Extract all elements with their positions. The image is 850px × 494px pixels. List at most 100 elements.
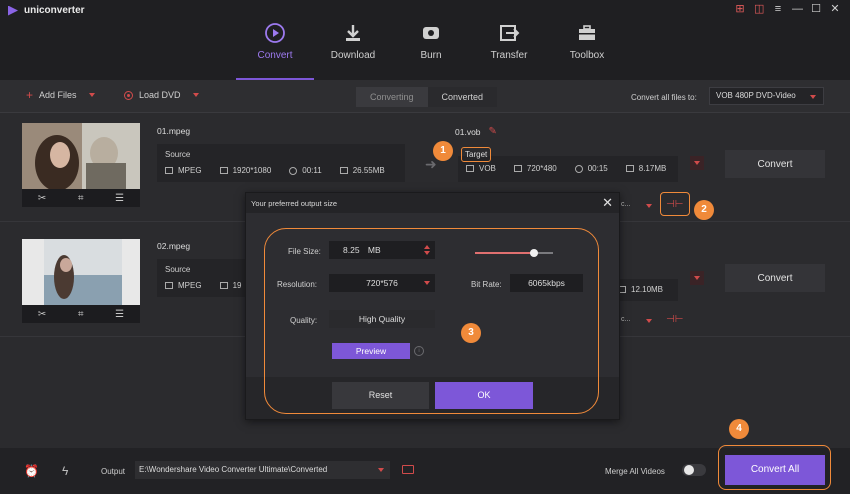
gift-icon[interactable]: ◫ — [754, 4, 764, 15]
burn-icon — [423, 27, 439, 39]
arrow-right-icon: ➜ — [425, 156, 437, 172]
source-label: Source — [165, 265, 191, 274]
tab-converting[interactable]: Converting — [356, 87, 428, 107]
close-icon[interactable]: ✕ — [602, 195, 613, 211]
load-dvd-button[interactable]: Load DVD — [124, 90, 199, 100]
target-meta: 12.10MB — [618, 285, 663, 294]
merge-videos-label: Merge All Videos — [605, 467, 665, 476]
menu-icon[interactable]: ≡ — [773, 4, 783, 15]
target-info: 12.10MB — [610, 279, 678, 301]
crop-icon[interactable]: ⌗ — [78, 193, 84, 204]
effects-icon[interactable]: ☰ — [115, 309, 124, 320]
callout-badge-3: 3 — [461, 323, 481, 343]
source-format: MPEG — [178, 166, 202, 175]
lightning-icon[interactable]: ϟ — [62, 464, 68, 478]
video-thumbnail[interactable] — [22, 239, 140, 305]
cart-icon[interactable]: ⊞ — [735, 4, 745, 15]
add-files-button[interactable]: + Add Files — [26, 89, 95, 101]
chevron-down-icon[interactable] — [646, 319, 652, 323]
effects-icon[interactable]: ☰ — [115, 193, 124, 204]
tab-download-label: Download — [330, 50, 376, 61]
source-resolution: 19 — [232, 281, 242, 290]
target-format-dropdown[interactable] — [690, 271, 704, 285]
convert-all-to-label: Convert all files to: — [631, 93, 697, 102]
target-duration: 00:15 — [587, 164, 608, 173]
source-duration: 00:11 — [302, 166, 322, 175]
download-icon — [346, 25, 360, 41]
chevron-down-icon[interactable] — [88, 93, 95, 97]
source-resolution: 1920*1080 — [232, 166, 272, 175]
convert-button[interactable]: Convert — [725, 264, 825, 292]
callout-badge-2: 2 — [694, 200, 714, 220]
target-meta: VOB 720*480 00:15 8.17MB — [466, 164, 666, 173]
output-path-select[interactable]: E:\Wondershare Video Converter Ultimate\… — [135, 461, 390, 479]
source-info: Source MPEG 1920*1080 00:11 26.55MB — [157, 144, 405, 182]
chevron-down-icon — [378, 468, 384, 472]
clock-icon — [574, 164, 583, 173]
chevron-down-icon — [810, 95, 816, 99]
tab-convert-label: Convert — [257, 50, 293, 61]
output-format-select[interactable]: VOB 480P DVD-Video — [709, 87, 824, 105]
resolution-icon — [219, 167, 228, 174]
app-title: uniconverter — [24, 5, 85, 16]
thumbnail-tools: ✂ ⌗ ☰ — [22, 305, 140, 323]
tab-toolbox[interactable]: Toolbox — [548, 0, 626, 80]
chevron-down-icon[interactable] — [192, 93, 199, 97]
crop-icon[interactable]: ⌗ — [78, 309, 84, 320]
source-filename: 01.mpeg — [157, 126, 191, 136]
maximize-icon[interactable]: ☐ — [811, 4, 821, 15]
size-meta: 26.55MB — [339, 166, 385, 175]
video-thumbnail[interactable] — [22, 123, 140, 189]
trim-icon[interactable]: ✂ — [38, 193, 46, 204]
target-resolution: 720*480 — [526, 164, 557, 173]
resolution-icon — [219, 282, 228, 289]
tab-transfer-label: Transfer — [490, 50, 528, 61]
tab-converted[interactable]: Converted — [427, 87, 498, 107]
format-meta: VOB — [466, 164, 496, 173]
alarm-clock-icon[interactable]: ⏰ — [24, 464, 39, 478]
resolution-meta: 19 — [219, 281, 242, 290]
size-meta: 8.17MB — [625, 164, 666, 173]
target-format-dropdown[interactable] — [690, 156, 704, 170]
film-icon — [165, 282, 173, 289]
chevron-down-icon — [694, 161, 700, 165]
tab-transfer[interactable]: Transfer — [470, 0, 548, 80]
tab-burn[interactable]: Burn — [392, 0, 470, 80]
status-tabs: Converting Converted — [356, 87, 498, 107]
dialog-header: Your preferred output size ✕ — [246, 193, 619, 213]
toolbox-icon — [579, 25, 595, 40]
duration-meta: 00:15 — [574, 164, 608, 173]
open-folder-icon[interactable] — [402, 465, 414, 474]
output-label: Output — [101, 467, 126, 476]
target-size: 12.10MB — [631, 285, 664, 294]
subtitle-select[interactable]: c... — [621, 201, 630, 208]
callout-highlight-3 — [264, 228, 599, 414]
thumbnail-tools: ✂ ⌗ ☰ — [22, 189, 140, 207]
compress-icon[interactable]: ⊣⊢ — [666, 313, 683, 327]
trim-icon[interactable]: ✂ — [38, 309, 46, 320]
target-filename-row: 01.vob ✎ — [455, 126, 497, 137]
add-files-label: Add Files — [39, 90, 77, 100]
film-icon — [466, 165, 474, 172]
tab-download[interactable]: Download — [314, 0, 392, 80]
convert-button[interactable]: Convert — [725, 150, 825, 178]
tab-convert[interactable]: Convert — [236, 0, 314, 80]
merge-videos-toggle[interactable] — [682, 464, 706, 476]
transfer-icon — [500, 25, 520, 41]
tab-toolbox-label: Toolbox — [569, 50, 605, 61]
logo-icon — [8, 5, 18, 16]
dvd-icon — [124, 90, 133, 100]
subtitle-select-value: c... — [621, 201, 631, 208]
size-meta: 12.10MB — [618, 285, 663, 294]
subtitle-select[interactable]: c... — [621, 316, 630, 323]
folder-icon — [625, 165, 634, 172]
close-icon[interactable]: ✕ — [830, 4, 840, 15]
source-meta: MPEG 1920*1080 00:11 26.55MB — [165, 166, 385, 175]
edit-icon[interactable]: ✎ — [489, 126, 497, 137]
chevron-down-icon[interactable] — [646, 204, 652, 208]
clock-icon — [289, 166, 298, 175]
window-controls: ⊞ ◫ ≡ — ☐ ✕ — [735, 4, 840, 15]
minimize-icon[interactable]: — — [792, 4, 803, 15]
film-icon — [165, 167, 173, 174]
subtitle-select-value: c... — [621, 316, 631, 323]
